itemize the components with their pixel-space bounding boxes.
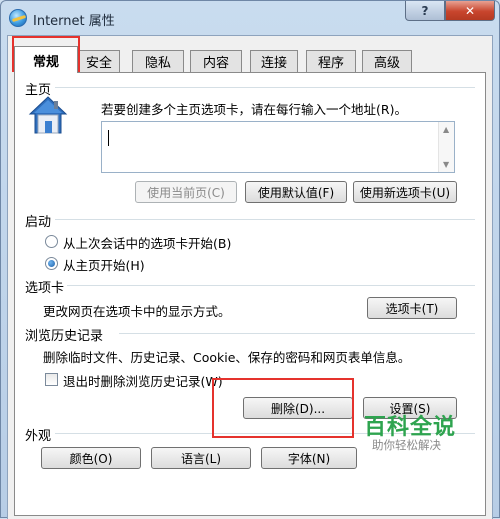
delete-history-button[interactable]: 删除(D)... bbox=[243, 397, 353, 419]
radio-home-page[interactable] bbox=[45, 257, 58, 270]
colors-button[interactable]: 颜色(O) bbox=[41, 447, 141, 469]
help-button[interactable]: ? bbox=[405, 1, 445, 21]
languages-button[interactable]: 语言(L) bbox=[151, 447, 251, 469]
house-icon bbox=[28, 96, 68, 134]
url-field-scrollbar[interactable]: ▲ ▼ bbox=[438, 122, 454, 172]
startup-group-title: 启动 bbox=[25, 215, 52, 230]
radio-last-session[interactable] bbox=[45, 235, 58, 248]
tab-content[interactable]: 内容 bbox=[190, 50, 242, 72]
history-description: 删除临时文件、历史记录、Cookie、保存的密码和网页表单信息。 bbox=[43, 350, 411, 365]
group-divider bbox=[55, 219, 475, 220]
internet-explorer-icon bbox=[9, 9, 27, 27]
appearance-group-title: 外观 bbox=[25, 429, 52, 444]
text-caret bbox=[108, 130, 109, 146]
history-group-title: 浏览历史记录 bbox=[25, 329, 104, 344]
group-divider bbox=[67, 285, 475, 286]
tab-advanced[interactable]: 高级 bbox=[362, 50, 412, 72]
home-page-url-field[interactable]: ▲ ▼ bbox=[101, 121, 455, 173]
watermark-subtitle: 助你轻松解决 bbox=[372, 438, 441, 452]
radio-last-session-label[interactable]: 从上次会话中的选项卡开始(B) bbox=[63, 233, 231, 252]
window-title: Internet 属性 bbox=[33, 14, 115, 29]
fonts-button[interactable]: 字体(N) bbox=[261, 447, 357, 469]
tab-privacy[interactable]: 隐私 bbox=[132, 50, 184, 72]
delete-on-exit-label[interactable]: 退出时删除浏览历史记录(W) bbox=[63, 371, 223, 390]
tab-connections[interactable]: 连接 bbox=[250, 50, 298, 72]
group-divider bbox=[119, 333, 475, 334]
group-divider bbox=[55, 87, 475, 88]
home-page-instruction: 若要创建多个主页选项卡，请在每行输入一个地址(R)。 bbox=[101, 102, 407, 117]
tab-strip: 常规 安全 隐私 内容 连接 程序 高级 bbox=[14, 46, 484, 73]
scroll-down-icon[interactable]: ▼ bbox=[443, 160, 449, 169]
scroll-up-icon[interactable]: ▲ bbox=[443, 125, 449, 134]
title-bar[interactable]: Internet 属性 ? ✕ bbox=[1, 1, 499, 35]
use-current-button[interactable]: 使用当前页(C) bbox=[135, 181, 237, 203]
tab-programs[interactable]: 程序 bbox=[306, 50, 356, 72]
use-default-button[interactable]: 使用默认值(F) bbox=[245, 181, 347, 203]
close-button[interactable]: ✕ bbox=[445, 1, 495, 21]
use-new-tab-button[interactable]: 使用新选项卡(U) bbox=[353, 181, 457, 203]
radio-home-page-label[interactable]: 从主页开始(H) bbox=[63, 255, 145, 274]
tabs-group-title: 选项卡 bbox=[25, 281, 65, 296]
tab-security[interactable]: 安全 bbox=[78, 50, 120, 72]
tabs-description: 更改网页在选项卡中的显示方式。 bbox=[43, 304, 231, 319]
tab-general[interactable]: 常规 bbox=[14, 46, 78, 73]
tabs-settings-button[interactable]: 选项卡(T) bbox=[367, 297, 457, 319]
delete-on-exit-checkbox[interactable] bbox=[45, 373, 58, 386]
